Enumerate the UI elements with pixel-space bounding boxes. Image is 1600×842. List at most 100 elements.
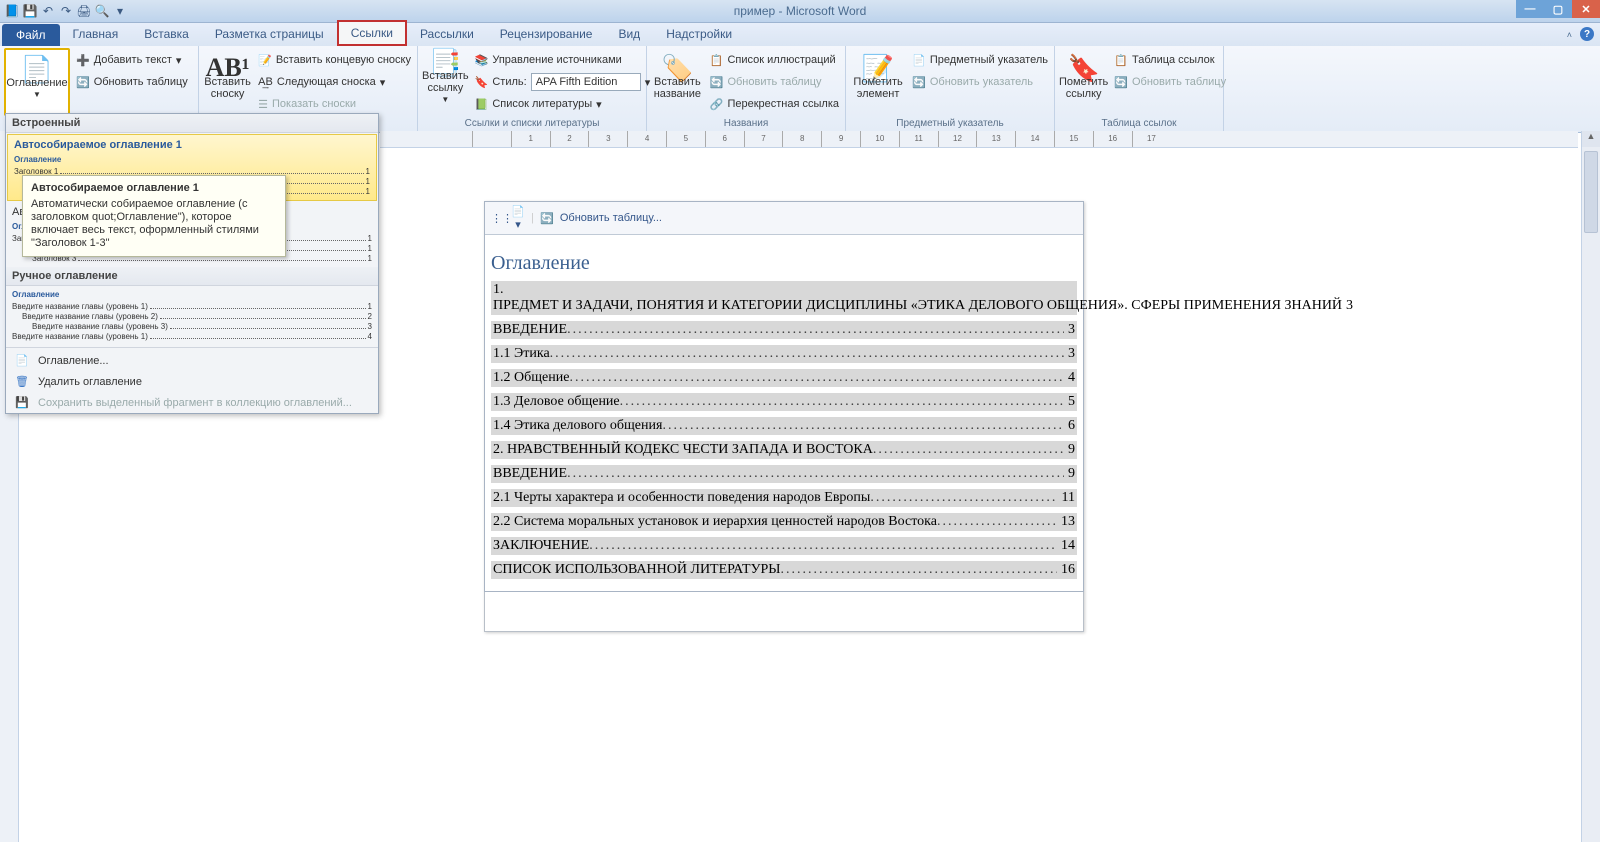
tof-icon: 📋: [710, 54, 724, 67]
refresh-icon: 🔄: [912, 76, 926, 89]
refresh-icon: 🔄: [76, 76, 90, 89]
file-tab[interactable]: Файл: [2, 24, 60, 46]
group-index-label: Предметный указатель: [850, 118, 1050, 130]
redo-icon[interactable]: ↷: [58, 3, 74, 19]
menu-insert-toc[interactable]: 📄Оглавление...: [6, 350, 378, 371]
toc-icon: 📄: [21, 63, 53, 75]
toc-entry[interactable]: 1.3 Деловое общение.....................…: [491, 393, 1077, 411]
group-captions: 🏷️ Вставить название 📋Список иллюстраций…: [647, 46, 846, 132]
table-of-figures-button[interactable]: 📋Список иллюстраций: [708, 50, 841, 70]
tab-page-layout[interactable]: Разметка страницы: [202, 22, 337, 46]
refresh-icon: 🔄: [1114, 76, 1128, 89]
tab-review[interactable]: Рецензирование: [487, 22, 606, 46]
tooltip: Автособираемое оглавление 1 Автоматическ…: [22, 175, 286, 257]
add-text-button[interactable]: ➕Добавить текст ▾: [74, 50, 190, 70]
menu-remove-toc[interactable]: 🗑Удалить оглавление: [6, 371, 378, 392]
scrollbar-thumb[interactable]: [1584, 151, 1598, 233]
style-icon: 🔖: [475, 76, 489, 89]
document-icon: 📄: [14, 354, 30, 367]
group-toa-label: Таблица ссылок: [1059, 118, 1219, 130]
insert-footnote-button[interactable]: AB¹ Вставить сноску: [203, 48, 252, 114]
toc-entry[interactable]: 1.4 Этика делового общения..............…: [491, 417, 1077, 435]
scroll-up-icon[interactable]: ▲: [1582, 131, 1600, 147]
manage-sources-button[interactable]: 📚Управление источниками: [473, 50, 653, 70]
tab-home[interactable]: Главная: [60, 22, 132, 46]
gallery-item-manual[interactable]: Оглавление Введите название главы (урове…: [6, 286, 378, 345]
save-icon[interactable]: 💾: [22, 3, 38, 19]
tab-references[interactable]: Ссылки: [337, 20, 407, 46]
endnote-icon: 📝: [258, 54, 272, 67]
group-toa: 🔖 Пометить ссылку 📋Таблица ссылок 🔄Обнов…: [1055, 46, 1224, 132]
insert-endnote-button[interactable]: 📝Вставить концевую сноску: [256, 50, 413, 70]
toc-entry[interactable]: 1.2 Общение.............................…: [491, 369, 1077, 387]
tab-mailings[interactable]: Рассылки: [407, 22, 487, 46]
toc-entry[interactable]: 1. ПРЕДМЕТ И ЗАДАЧИ, ПОНЯТИЯ И КАТЕГОРИИ…: [491, 281, 1077, 315]
minimize-button[interactable]: —: [1516, 0, 1544, 18]
caption-icon: 🏷️: [661, 62, 693, 74]
window-controls: — ▢ ✕: [1516, 0, 1600, 18]
toc-entry[interactable]: ВВЕДЕНИЕ................................…: [491, 321, 1077, 339]
mark-citation-icon: 🔖: [1067, 62, 1099, 74]
remove-icon: 🗑: [14, 375, 30, 388]
toc-button[interactable]: 📄 Оглавление ▼: [4, 48, 70, 116]
insert-citation-button[interactable]: 📑 Вставить ссылку▼: [422, 48, 469, 114]
document-page[interactable]: ⋮⋮ 📄▾ | 🔄 Обновить таблицу... Оглавление…: [484, 201, 1084, 632]
horizontal-ruler: 1234567891011121314151617: [380, 131, 1578, 148]
style-select[interactable]: APA Fifth Edition: [531, 73, 641, 91]
add-text-icon: ➕: [76, 54, 90, 67]
print-icon[interactable]: 🖨: [76, 3, 92, 19]
index-icon: 📄: [912, 54, 926, 67]
document-area: 1234567891011121314151617 ⋮⋮ 📄▾ | 🔄 Обно…: [380, 131, 1578, 842]
refresh-icon: 🔄: [540, 212, 554, 225]
toc-entry[interactable]: 2.2 Система моральных установок и иерарх…: [491, 513, 1077, 531]
toc-entry[interactable]: 2. НРАВСТВЕННЫЙ КОДЕКС ЧЕСТИ ЗАПАДА И ВО…: [491, 441, 1077, 459]
tab-addins[interactable]: Надстройки: [653, 22, 745, 46]
toc-heading: Оглавление: [491, 251, 1077, 275]
mark-entry-button[interactable]: 📝 Пометить элемент: [850, 48, 906, 114]
refresh-icon: 🔄: [710, 76, 724, 89]
insert-caption-button[interactable]: 🏷️ Вставить название: [651, 48, 704, 114]
toc-update-link[interactable]: Обновить таблицу...: [560, 212, 662, 224]
toc-content: Оглавление 1. ПРЕДМЕТ И ЗАДАЧИ, ПОНЯТИЯ …: [485, 235, 1083, 591]
toc-entry[interactable]: 2.1 Черты характера и особенности поведе…: [491, 489, 1077, 507]
citation-style[interactable]: 🔖Стиль: APA Fifth Edition ▾: [473, 72, 653, 92]
toc-entry[interactable]: ВВЕДЕНИЕ................................…: [491, 465, 1077, 483]
toc-entry[interactable]: СПИСОК ИСПОЛЬЗОВАННОЙ ЛИТЕРАТУРЫ........…: [491, 561, 1077, 579]
toc-gallery-dropdown: Встроенный Автособираемое оглавление 1 О…: [5, 113, 379, 414]
menu-save-selection: 💾Сохранить выделенный фрагмент в коллекц…: [6, 392, 378, 413]
toc-handle-icon[interactable]: ⋮⋮: [491, 212, 505, 225]
next-footnote-button[interactable]: A͢BСледующая сноска ▾: [256, 72, 413, 92]
help-icon[interactable]: ?: [1580, 27, 1594, 41]
toa-icon: 📋: [1114, 54, 1128, 67]
qat-more-icon[interactable]: ▾: [112, 3, 128, 19]
update-toa-button: 🔄Обновить таблицу: [1112, 72, 1228, 92]
tab-view[interactable]: Вид: [605, 22, 653, 46]
mark-citation-button[interactable]: 🔖 Пометить ссылку: [1059, 48, 1108, 114]
ribbon-tabs: Файл Главная Вставка Разметка страницы С…: [0, 23, 1600, 46]
insert-toa-button[interactable]: 📋Таблица ссылок: [1112, 50, 1228, 70]
next-footnote-icon: A͢B: [258, 76, 273, 88]
toc-entry[interactable]: ЗАКЛЮЧЕНИЕ..............................…: [491, 537, 1077, 555]
show-notes-icon: ☰: [258, 98, 268, 111]
maximize-button[interactable]: ▢: [1544, 0, 1572, 18]
word-icon: 📘: [4, 3, 20, 19]
window-title: пример - Microsoft Word: [734, 4, 867, 18]
update-toc-button[interactable]: 🔄Обновить таблицу: [74, 72, 190, 92]
undo-icon[interactable]: ↶: [40, 3, 56, 19]
vertical-scrollbar[interactable]: ▲: [1581, 131, 1600, 842]
toc-options-icon[interactable]: 📄▾: [511, 205, 525, 231]
cross-reference-button[interactable]: 🔗Перекрестная ссылка: [708, 94, 841, 114]
toc-entry[interactable]: 1.1 Этика...............................…: [491, 345, 1077, 363]
tooltip-title: Автособираемое оглавление 1: [31, 182, 277, 194]
update-tof-button: 🔄Обновить таблицу: [708, 72, 841, 92]
bibliography-button[interactable]: 📗Список литературы ▾: [473, 94, 653, 114]
save-selection-icon: 💾: [14, 396, 30, 409]
tooltip-body: Автоматически собираемое оглавление (с з…: [31, 198, 277, 250]
insert-index-button[interactable]: 📄Предметный указатель: [910, 50, 1050, 70]
collapse-ribbon-icon[interactable]: ˄: [1567, 30, 1572, 40]
toc-field[interactable]: ⋮⋮ 📄▾ | 🔄 Обновить таблицу... Оглавление…: [484, 201, 1084, 592]
preview-icon[interactable]: 🔍: [94, 3, 110, 19]
tab-insert[interactable]: Вставка: [131, 22, 202, 46]
group-citations: 📑 Вставить ссылку▼ 📚Управление источника…: [418, 46, 647, 132]
close-button[interactable]: ✕: [1572, 0, 1600, 18]
